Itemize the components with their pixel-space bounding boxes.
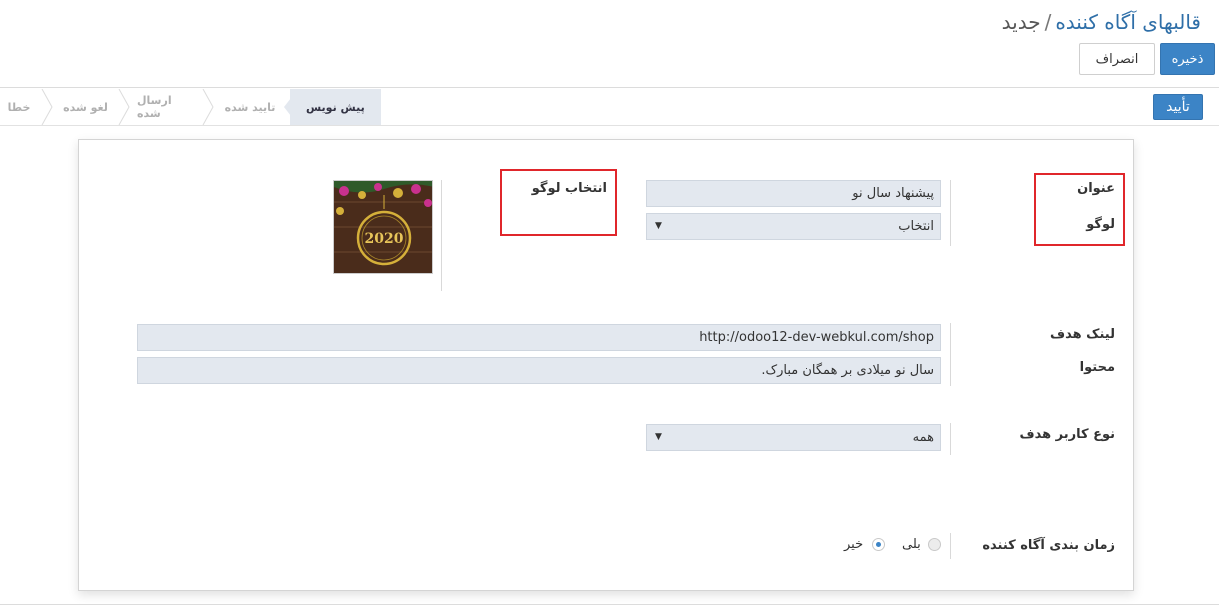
stage-arrow-icon [41,89,53,125]
highlight-box-labels [1034,173,1125,246]
stage-label: خطا [7,100,31,114]
field-separator [950,423,951,455]
discard-button[interactable]: انصراف [1079,43,1155,75]
breadcrumb: قالبهای آگاه کننده/جدید [1002,10,1201,34]
stage-label: پیش نویس [306,100,365,114]
breadcrumb-parent-link[interactable]: قالبهای آگاه کننده [1055,10,1201,34]
schedule-yes-radio[interactable] [928,538,941,551]
logo-year-text: 2020 [365,231,404,247]
new-year-ornament-image: 2020 [334,181,432,273]
stage-arrow-icon [202,89,214,125]
content-input[interactable]: سال نو میلادی بر همگان مبارک. [137,357,941,384]
bottom-divider [0,604,1219,605]
highlight-box-choose-logo [500,169,617,236]
save-button[interactable]: ذخیره [1160,43,1215,75]
content-label: محتوا [1079,360,1115,375]
target-link-label: لینک هدف [1050,327,1115,342]
stage-sent[interactable]: ارسال شده [137,89,197,125]
logo-image[interactable]: 2020 [333,180,433,274]
schedule-no-label: خیر [844,537,864,552]
stage-error[interactable]: خطا [4,89,34,125]
caret-down-icon: ▼ [655,221,662,231]
target-user-type-label: نوع کاربر هدف [1019,427,1115,442]
schedule-yes-label: بلی [902,537,921,552]
title-input[interactable]: پیشنهاد سال نو [646,180,941,207]
breadcrumb-separator: / [1044,10,1052,34]
target-link-input[interactable]: http://odoo12-dev-webkul.com/shop [137,324,941,351]
field-separator [950,323,951,386]
stage-arrow-icon [118,89,130,125]
target-user-type-select[interactable]: همه ▼ [646,424,941,451]
stage-cancelled[interactable]: لغو شده [58,89,113,125]
field-separator [950,180,951,246]
confirm-button[interactable]: تأیید [1153,94,1203,120]
breadcrumb-current: جدید [1001,10,1041,34]
field-separator [950,533,951,559]
field-separator [441,180,442,291]
logo-select-value: انتخاب [898,219,934,234]
stage-arrow-icon [284,89,298,125]
stage-label: لغو شده [63,100,108,114]
stage-label: ارسال شده [137,94,172,120]
schedule-no-radio[interactable] [872,538,885,551]
stage-confirmed[interactable]: تایید شده [220,89,280,125]
stage-label: تایید شده [224,100,276,114]
logo-select[interactable]: انتخاب ▼ [646,213,941,240]
stage-draft[interactable]: پیش نویس [290,89,381,125]
target-user-type-value: همه [912,430,934,445]
caret-down-icon: ▼ [655,432,662,442]
schedule-label: زمان بندی آگاه کننده [982,538,1115,553]
